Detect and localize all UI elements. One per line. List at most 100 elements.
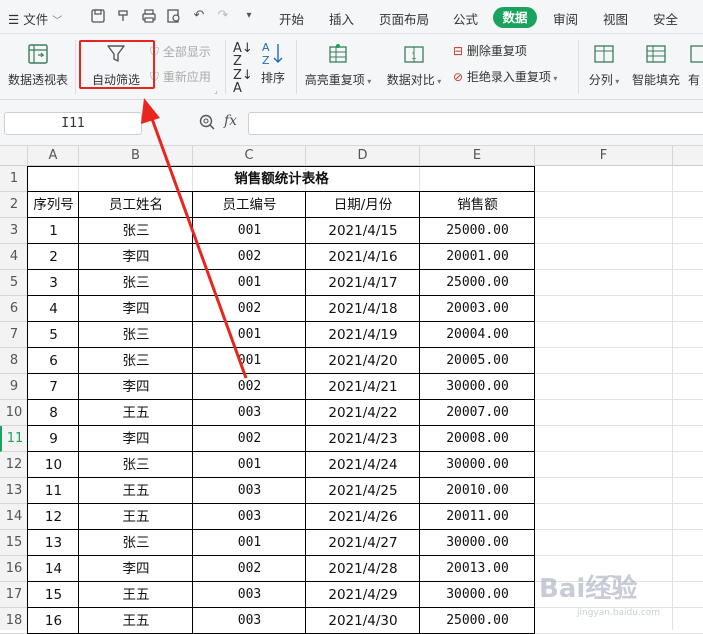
table-cell[interactable]: 5 xyxy=(28,322,79,348)
table-cell[interactable]: 003 xyxy=(193,478,306,504)
table-title-cell[interactable]: 销售额统计表格 xyxy=(28,166,535,192)
highlight-duplicates-button[interactable]: 高亮重复项 ▾ xyxy=(302,42,374,88)
table-cell[interactable]: 001 xyxy=(193,322,306,348)
table-cell[interactable]: 003 xyxy=(193,582,306,608)
table-cell[interactable]: 2021/4/15 xyxy=(306,218,420,244)
table-cell[interactable]: 张三 xyxy=(79,270,193,296)
table-cell[interactable]: 2021/4/17 xyxy=(306,270,420,296)
table-cell[interactable]: 25000.00 xyxy=(420,218,535,244)
table-cell[interactable]: 003 xyxy=(193,400,306,426)
valid-button[interactable]: 有 xyxy=(688,42,703,88)
table-cell[interactable]: 2021/4/30 xyxy=(306,608,420,634)
print-preview-icon[interactable] xyxy=(166,8,182,24)
expand-group-icon[interactable]: ⌟ xyxy=(214,86,218,95)
more-icon[interactable]: ▾ xyxy=(241,8,257,24)
row-header[interactable]: 14 xyxy=(0,504,28,530)
table-cell[interactable]: 7 xyxy=(28,374,79,400)
table-cell[interactable]: 8 xyxy=(28,400,79,426)
pivot-table-button[interactable]: 数据透视表 xyxy=(6,42,70,88)
table-cell[interactable]: 2021/4/27 xyxy=(306,530,420,556)
table-cell[interactable]: 20003.00 xyxy=(420,296,535,322)
row-header[interactable]: 2 xyxy=(0,192,28,218)
table-cell[interactable]: 001 xyxy=(193,218,306,244)
table-cell[interactable]: 9 xyxy=(28,426,79,452)
table-cell[interactable]: 2021/4/24 xyxy=(306,452,420,478)
fx-icon[interactable]: fx xyxy=(224,113,237,129)
row-header[interactable]: 17 xyxy=(0,582,28,608)
row-header[interactable]: 7 xyxy=(0,322,28,348)
row-header[interactable]: 3 xyxy=(0,218,28,244)
table-cell[interactable]: 2021/4/29 xyxy=(306,582,420,608)
table-cell[interactable]: 张三 xyxy=(79,452,193,478)
table-cell[interactable]: 25000.00 xyxy=(420,608,535,634)
table-cell[interactable]: 2021/4/19 xyxy=(306,322,420,348)
table-cell[interactable]: 002 xyxy=(193,244,306,270)
formula-input[interactable] xyxy=(248,112,703,135)
table-cell[interactable]: 6 xyxy=(28,348,79,374)
row-header[interactable]: 8 xyxy=(0,348,28,374)
table-cell[interactable]: 003 xyxy=(193,608,306,634)
zoom-search-icon[interactable] xyxy=(198,113,216,135)
tab-home[interactable]: 开始 xyxy=(279,9,304,28)
table-header-cell[interactable]: 日期/月份 xyxy=(306,192,420,218)
redo-icon[interactable]: ↷ xyxy=(215,8,231,24)
column-header-g[interactable] xyxy=(673,146,703,166)
row-header[interactable]: 16 xyxy=(0,556,28,582)
table-cell[interactable]: 王五 xyxy=(79,400,193,426)
table-cell[interactable]: 李四 xyxy=(79,556,193,582)
table-cell[interactable]: 张三 xyxy=(79,530,193,556)
table-cell[interactable]: 14 xyxy=(28,556,79,582)
reject-duplicates-button[interactable]: ⊘ 拒绝录入重复项 ▾ xyxy=(453,68,557,85)
tab-review[interactable]: 审阅 xyxy=(553,9,578,28)
table-cell[interactable]: 张三 xyxy=(79,322,193,348)
table-cell[interactable]: 20013.00 xyxy=(420,556,535,582)
column-header-f[interactable]: F xyxy=(535,146,673,166)
split-columns-button[interactable]: 分列 ▾ xyxy=(584,42,624,88)
column-header-b[interactable]: B xyxy=(79,146,193,166)
table-cell[interactable]: 王五 xyxy=(79,608,193,634)
table-cell[interactable]: 李四 xyxy=(79,296,193,322)
table-cell[interactable]: 2021/4/22 xyxy=(306,400,420,426)
table-cell[interactable]: 李四 xyxy=(79,374,193,400)
row-header[interactable]: 12 xyxy=(0,452,28,478)
table-header-cell[interactable]: 员工编号 xyxy=(193,192,306,218)
table-cell[interactable]: 2021/4/20 xyxy=(306,348,420,374)
table-cell[interactable]: 10 xyxy=(28,452,79,478)
row-header[interactable]: 11 xyxy=(0,426,28,452)
row-header[interactable]: 9 xyxy=(0,374,28,400)
table-cell[interactable]: 001 xyxy=(193,270,306,296)
table-cell[interactable]: 20011.00 xyxy=(420,504,535,530)
table-cell[interactable]: 张三 xyxy=(79,218,193,244)
tab-security[interactable]: 安全 xyxy=(653,9,678,28)
table-cell[interactable]: 王五 xyxy=(79,478,193,504)
sort-button[interactable]: AZ 排序 xyxy=(258,40,288,86)
table-header-cell[interactable]: 员工姓名 xyxy=(79,192,193,218)
table-cell[interactable]: 20004.00 xyxy=(420,322,535,348)
print-icon[interactable] xyxy=(141,8,157,24)
table-cell[interactable]: 2021/4/16 xyxy=(306,244,420,270)
table-cell[interactable]: 15 xyxy=(28,582,79,608)
table-cell[interactable]: 002 xyxy=(193,556,306,582)
table-cell[interactable]: 3 xyxy=(28,270,79,296)
table-cell[interactable]: 002 xyxy=(193,296,306,322)
table-cell[interactable]: 2021/4/21 xyxy=(306,374,420,400)
table-cell[interactable]: 2021/4/28 xyxy=(306,556,420,582)
row-header[interactable]: 10 xyxy=(0,400,28,426)
table-cell[interactable]: 2 xyxy=(28,244,79,270)
table-cell[interactable]: 001 xyxy=(193,348,306,374)
row-header[interactable]: 15 xyxy=(0,530,28,556)
table-cell[interactable]: 李四 xyxy=(79,426,193,452)
show-all-button[interactable]: ⛉ 全部显示 xyxy=(150,43,211,60)
table-cell[interactable]: 30000.00 xyxy=(420,530,535,556)
column-header-e[interactable]: E xyxy=(420,146,535,166)
undo-icon[interactable]: ↶ xyxy=(191,8,207,24)
table-cell[interactable]: 李四 xyxy=(79,244,193,270)
column-header-c[interactable]: C xyxy=(193,146,306,166)
table-cell[interactable]: 11 xyxy=(28,478,79,504)
name-box[interactable]: I11 xyxy=(4,112,142,135)
table-cell[interactable]: 王五 xyxy=(79,582,193,608)
tab-formula[interactable]: 公式 xyxy=(453,9,478,28)
column-header-d[interactable]: D xyxy=(306,146,420,166)
tab-insert[interactable]: 插入 xyxy=(329,9,354,28)
tab-view[interactable]: 视图 xyxy=(603,9,628,28)
